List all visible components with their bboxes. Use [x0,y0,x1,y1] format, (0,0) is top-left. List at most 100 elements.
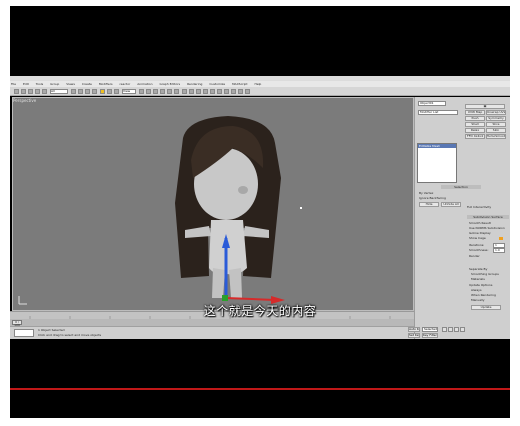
snap-icon[interactable] [153,89,158,94]
menu-customize[interactable]: Customize [208,82,225,86]
modifier-stack-item[interactable]: Editable Mesh [418,144,456,148]
left-leg [212,268,225,298]
viewport-label[interactable]: Perspective [13,98,36,103]
unhide-all-button[interactable]: Unhide All [441,202,461,207]
key-filters-button[interactable]: Key Filters... [422,333,438,338]
time-slider-track[interactable] [10,319,414,326]
selection-rollout-header[interactable]: Selection [441,185,481,189]
video-progress-line[interactable] [10,388,510,390]
redo-icon[interactable] [21,89,26,94]
percent-snap-icon[interactable] [167,89,172,94]
reference-coord-dropdown[interactable]: View [122,89,136,94]
skin-button[interactable]: Skin [486,128,506,133]
time-slider-thumb[interactable]: 0 / 100 [12,320,22,327]
align-icon[interactable] [196,89,201,94]
spinner-snap-icon[interactable] [174,89,179,94]
menu-reactor[interactable]: reactor [119,82,131,86]
scene-point [300,207,302,209]
menu-maxscript[interactable]: MAXScript [231,82,247,86]
menu-animation[interactable]: Animation [136,82,152,86]
show-cage-checkbox[interactable]: Show Cage [469,236,497,240]
pivot-icon[interactable] [139,89,144,94]
prompt-line: Click and drag to select and move object… [38,333,102,337]
always-radio[interactable]: Always [471,288,509,292]
when-rendering-radio[interactable]: When Rendering [471,293,509,297]
relax-button[interactable]: Relax [465,128,485,133]
by-vertex-option[interactable]: By Vertex [419,191,459,195]
render-setup-icon[interactable] [231,89,236,94]
uvw-map-button[interactable]: UVW Map [465,110,485,115]
rotate-icon[interactable] [107,89,112,94]
render-frame-icon[interactable] [238,89,243,94]
smooth-result-checkbox[interactable]: Smooth Result [469,221,509,225]
menu-group[interactable]: Group [49,82,59,86]
curve-editor-icon[interactable] [210,89,215,94]
bind-icon[interactable] [42,89,47,94]
hide-button[interactable]: Hide [419,202,439,207]
materials-checkbox[interactable]: Materials [471,277,509,281]
isoline-display-checkbox[interactable]: Isoline Display [469,231,509,235]
mirror-icon[interactable] [189,89,194,94]
shell-button[interactable]: Shell [465,122,485,127]
menu-rendering[interactable]: Rendering [186,82,202,86]
scale-icon[interactable] [114,89,119,94]
maxscript-listener[interactable] [14,329,34,337]
menu-tools[interactable]: Tools [35,82,43,86]
symmetry-button[interactable]: Symmetry [486,116,506,121]
menu-graph-editors[interactable]: Graph Editors [159,82,181,86]
use-nurms-checkbox[interactable]: Use NURMS Subdivision [469,226,509,230]
link-icon[interactable] [28,89,33,94]
ignore-backfacing-option[interactable]: Ignore Backfacing [419,196,459,200]
modify-tab[interactable]: ▣ [465,104,505,109]
push-button[interactable]: Push [465,116,485,121]
goto-start-icon[interactable] [442,327,447,332]
schematic-view-icon[interactable] [217,89,222,94]
move-icon[interactable] [100,89,105,94]
subdivision-rollout-header[interactable]: Subdivision Surface [467,215,509,219]
gizmo-x-axis[interactable] [225,297,276,301]
window-crossing-icon[interactable] [92,89,97,94]
material-editor-icon[interactable] [224,89,229,94]
goto-end-icon[interactable] [454,327,459,332]
unwrap-uvw-button[interactable]: Unwrap UVW [486,110,506,115]
smoothing-groups-checkbox[interactable]: Smoothing Groups [471,272,509,276]
selected-dropdown[interactable]: Selected [422,327,438,332]
menu-create[interactable]: Create [81,82,92,86]
angle-snap-icon[interactable] [160,89,165,94]
modifier-list-dropdown[interactable]: Modifier List [418,110,458,115]
menu-modifiers[interactable]: Modifiers [98,82,113,86]
status-bar: 1 Object Selected Click and drag to sele… [10,326,414,339]
menu-help[interactable]: Help [253,82,261,86]
quick-render-icon[interactable] [245,89,250,94]
render-label: Render [469,254,480,258]
zoom-icon[interactable] [460,327,465,332]
modifier-stack-list[interactable] [417,143,457,183]
play-icon[interactable] [448,327,453,332]
selection-filter-dropdown[interactable]: All [50,89,68,94]
perspective-viewport[interactable] [12,97,414,311]
rect-select-icon[interactable] [85,89,90,94]
object-name-field[interactable]: Object01 [418,101,446,106]
menu-edit[interactable]: Edit [22,82,29,86]
menu-views[interactable]: Views [65,82,75,86]
cage-color-swatch[interactable] [499,237,503,240]
named-selection-icon[interactable] [182,89,187,94]
menu-file[interactable]: File [10,82,16,86]
gizmo-center[interactable] [222,295,228,301]
smoothness-spinner[interactable]: 1.0 [493,248,505,253]
manipulate-icon[interactable] [146,89,151,94]
auto-key-button[interactable]: Auto Key [408,327,420,332]
undo-icon[interactable] [14,89,19,94]
select-by-name-icon[interactable] [78,89,83,94]
right-leg [229,268,242,298]
full-interactivity-checkbox[interactable]: Full Interactivity [467,205,507,209]
turbosmooth-button[interactable]: TurboSmooth [486,134,506,139]
character-model [18,116,285,305]
layer-manager-icon[interactable] [203,89,208,94]
select-icon[interactable] [71,89,76,94]
slice-button[interactable]: Slice [486,122,506,127]
set-key-button[interactable]: Set Key [408,333,420,338]
ffd-button[interactable]: FFD 4x4x4 [465,134,485,139]
iterations-label: Iterations: [469,243,485,247]
unlink-icon[interactable] [35,89,40,94]
